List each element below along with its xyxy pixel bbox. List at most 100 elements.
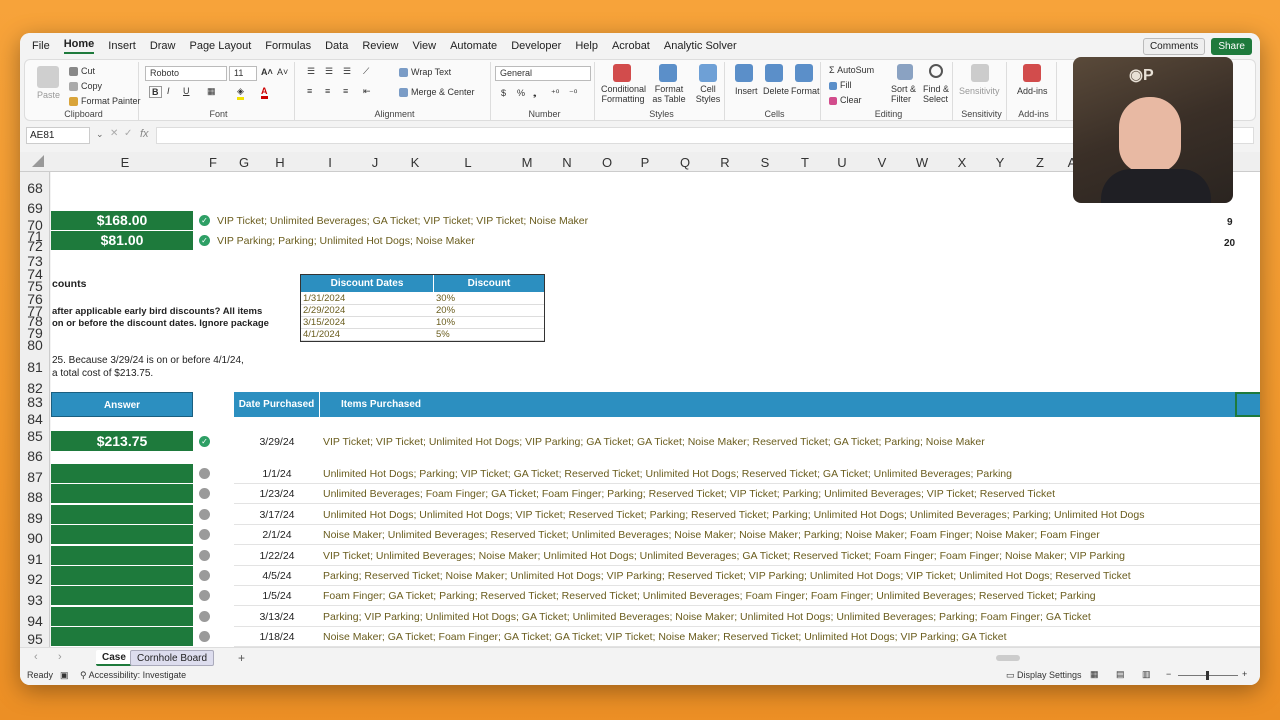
comma-icon[interactable]: ❟: [533, 88, 537, 99]
number-format-select[interactable]: General: [495, 66, 591, 81]
answer-cell[interactable]: [51, 504, 193, 524]
extra-cell[interactable]: 20: [1224, 238, 1235, 249]
conditional-formatting-button[interactable]: Conditional Formatting: [601, 84, 646, 104]
answer-cell[interactable]: [51, 525, 193, 545]
column-header[interactable]: I: [320, 155, 340, 170]
items-cell[interactable]: Parking; Reserved Ticket; Noise Maker; U…: [323, 570, 1253, 582]
row-header[interactable]: 94: [20, 613, 50, 629]
column-header[interactable]: X: [952, 155, 972, 170]
menu-item[interactable]: Acrobat: [612, 40, 650, 52]
row-header[interactable]: 88: [20, 489, 50, 505]
column-header[interactable]: N: [557, 155, 577, 170]
currency-icon[interactable]: $: [501, 88, 506, 98]
menu-item[interactable]: Developer: [511, 40, 561, 52]
row-header[interactable]: 90: [20, 530, 50, 546]
function-icon[interactable]: fx: [140, 128, 149, 140]
display-settings-button[interactable]: ▭ Display Settings: [1006, 670, 1082, 681]
increase-decimal-icon[interactable]: ⁺⁰: [551, 88, 559, 99]
menu-item[interactable]: File: [32, 40, 50, 52]
addins-button[interactable]: Add-ins: [1017, 86, 1048, 96]
answer-date-cell[interactable]: 3/29/24: [234, 436, 320, 448]
amount-cell[interactable]: $168.00: [51, 211, 193, 230]
discount-date-cell[interactable]: 1/31/2024: [303, 293, 345, 304]
answer-cell[interactable]: [51, 586, 193, 606]
menu-item[interactable]: Insert: [108, 40, 136, 52]
next-sheet-icon[interactable]: ›: [58, 651, 62, 663]
underline-icon[interactable]: U: [183, 86, 190, 96]
menu-item[interactable]: Data: [325, 40, 348, 52]
zoom-slider-thumb[interactable]: [1206, 671, 1209, 680]
items-cell[interactable]: Unlimited Hot Dogs; Unlimited Hot Dogs; …: [323, 509, 1253, 521]
row-header[interactable]: 84: [20, 411, 50, 427]
column-header[interactable]: J: [365, 155, 385, 170]
share-button[interactable]: Share: [1211, 38, 1252, 55]
column-header[interactable]: Q: [675, 155, 695, 170]
menu-item[interactable]: Draw: [150, 40, 176, 52]
horizontal-scrollbar[interactable]: [996, 655, 1020, 661]
sensitivity-button[interactable]: Sensitivity: [959, 86, 1000, 96]
align-right-icon[interactable]: ≡: [343, 86, 348, 96]
italic-icon[interactable]: I: [167, 86, 170, 96]
date-cell[interactable]: 4/5/24: [234, 570, 320, 582]
zoom-in-icon[interactable]: +: [1242, 669, 1247, 679]
fill-color-icon[interactable]: ◈: [237, 86, 244, 100]
format-cells-button[interactable]: Format: [791, 86, 820, 96]
find-select-button[interactable]: Find & Select: [923, 84, 953, 104]
column-header[interactable]: P: [635, 155, 655, 170]
items-cell[interactable]: Foam Finger; GA Ticket; Parking; Reserve…: [323, 590, 1253, 602]
menu-item[interactable]: Review: [362, 40, 398, 52]
row-header[interactable]: 85: [20, 428, 50, 444]
row-header[interactable]: 89: [20, 510, 50, 526]
amount-cell[interactable]: $81.00: [51, 231, 193, 250]
row-header[interactable]: 69: [20, 200, 50, 216]
column-header[interactable]: O: [597, 155, 617, 170]
copy-button[interactable]: Copy: [69, 81, 102, 92]
column-header[interactable]: K: [405, 155, 425, 170]
items-cell[interactable]: Parking; VIP Parking; Unlimited Hot Dogs…: [323, 611, 1253, 623]
items-cell[interactable]: VIP Parking; Parking; Unlimited Hot Dogs…: [217, 235, 1147, 247]
menu-item[interactable]: View: [412, 40, 436, 52]
answer-items-cell[interactable]: VIP Ticket; VIP Ticket; Unlimited Hot Do…: [323, 436, 1253, 448]
accessibility-status[interactable]: ⚲ Accessibility: Investigate: [80, 670, 186, 681]
discount-date-cell[interactable]: 2/29/2024: [303, 305, 345, 316]
comments-button[interactable]: Comments: [1142, 38, 1206, 55]
column-header[interactable]: T: [795, 155, 815, 170]
row-header[interactable]: 68: [20, 180, 50, 196]
page-layout-view-icon[interactable]: ▤: [1116, 669, 1125, 680]
percent-icon[interactable]: %: [517, 88, 525, 98]
cancel-icon[interactable]: ✕: [110, 128, 118, 139]
font-color-icon[interactable]: A: [261, 86, 268, 99]
align-center-icon[interactable]: ≡: [325, 86, 330, 96]
items-cell[interactable]: Noise Maker; GA Ticket; Foam Finger; GA …: [323, 631, 1253, 643]
answer-cell[interactable]: [51, 606, 193, 626]
format-as-table-button[interactable]: Format as Table: [649, 84, 689, 104]
extra-cell[interactable]: 9: [1227, 217, 1233, 228]
answer-cell[interactable]: [51, 484, 193, 504]
paste-button[interactable]: Paste: [37, 90, 60, 100]
font-name-select[interactable]: Roboto: [145, 66, 227, 81]
prev-sheet-icon[interactable]: ‹: [34, 651, 38, 663]
menu-item[interactable]: Automate: [450, 40, 497, 52]
borders-icon[interactable]: ▦: [207, 86, 216, 97]
grow-font-icon[interactable]: A˄: [261, 67, 273, 77]
zoom-out-icon[interactable]: −: [1166, 669, 1171, 679]
add-sheet-icon[interactable]: +: [238, 651, 245, 665]
select-all-icon[interactable]: [32, 155, 44, 167]
answer-amount-cell[interactable]: $213.75: [51, 431, 193, 451]
tab-cornhole-board[interactable]: Cornhole Board: [130, 650, 215, 666]
format-painter-button[interactable]: Format Painter: [69, 96, 141, 107]
column-header[interactable]: M: [517, 155, 537, 170]
tab-case[interactable]: Case: [96, 650, 132, 666]
menu-item[interactable]: Home: [63, 38, 95, 54]
date-cell[interactable]: 1/5/24: [234, 590, 320, 602]
discount-value-cell[interactable]: 5%: [436, 329, 450, 340]
name-box-dropdown-icon[interactable]: ⌄: [96, 129, 104, 140]
sort-filter-button[interactable]: Sort & Filter: [891, 84, 921, 104]
enter-icon[interactable]: ✓: [124, 128, 132, 139]
column-header[interactable]: Z: [1030, 155, 1050, 170]
name-box[interactable]: AE81: [26, 127, 90, 144]
shrink-font-icon[interactable]: A˅: [277, 67, 288, 77]
bold-icon[interactable]: B: [149, 86, 162, 98]
column-header[interactable]: Y: [990, 155, 1010, 170]
row-header[interactable]: 91: [20, 551, 50, 567]
